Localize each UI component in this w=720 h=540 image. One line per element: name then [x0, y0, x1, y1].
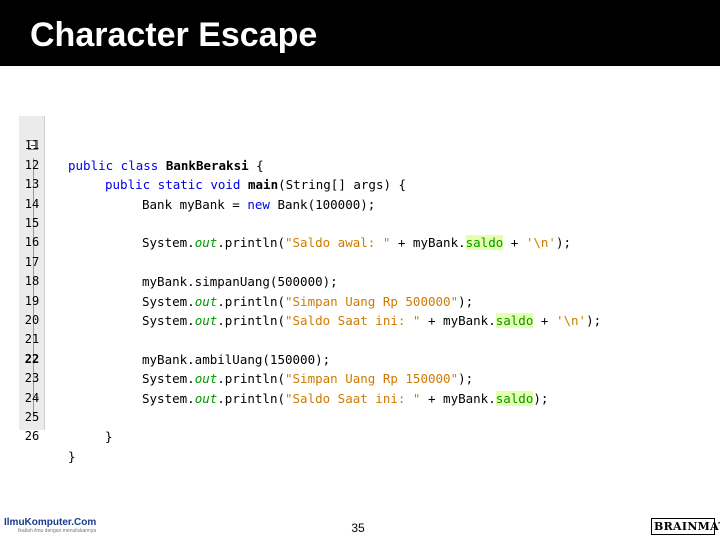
code-line: 23 System.out.println("Saldo Saat ini: "… — [19, 350, 703, 406]
code-line: 14 — [19, 175, 703, 211]
code-line: 21 myBank.ambilUang(150000); — [19, 311, 703, 366]
code-line: 13 Bank myBank = new Bank(100000); — [19, 156, 703, 211]
code-line: 22 System.out.println("Simpan Uang Rp 15… — [19, 330, 703, 386]
slide-title: Character Escape — [30, 16, 318, 54]
code-text[interactable]: } — [105, 427, 113, 446]
line-number: 26 — [24, 429, 40, 444]
logo-text: BRAINMATICS — [654, 520, 720, 533]
code-line: 18 System.out.println("Simpan Uang Rp 50… — [19, 253, 703, 308]
brainmatics-logo: BRAINMATICS — [651, 518, 720, 535]
code-line: 15 System.out.println("Saldo awal: " + m… — [19, 195, 703, 251]
code-line: 24 — [19, 369, 703, 405]
code-line: 16 — [19, 214, 703, 249]
page-number: 35 — [351, 521, 365, 535]
code-line: 11 public class BankBeraksi { — [19, 117, 703, 172]
logo-tagline: Ikatlah ilmu dengan menuliskannya — [18, 528, 97, 534]
code-line: 17 myBank.simpanUang(500000); — [19, 233, 703, 289]
code-line: 12 public static void main(String[] args… — [19, 136, 703, 192]
code-line: 19 System.out.println("Saldo Saat ini: "… — [19, 272, 703, 328]
code-line: 25 } — [19, 389, 703, 444]
code-text[interactable]: } — [68, 447, 76, 466]
title-bar: Character Escape — [0, 0, 720, 66]
code-line: 26 } — [19, 408, 703, 463]
logo-text: IlmuKomputer.Com — [4, 517, 97, 528]
ilmukomputer-logo: IlmuKomputer.Com Ikatlah ilmu dengan men… — [4, 517, 96, 535]
code-line: 20 — [19, 292, 703, 327]
